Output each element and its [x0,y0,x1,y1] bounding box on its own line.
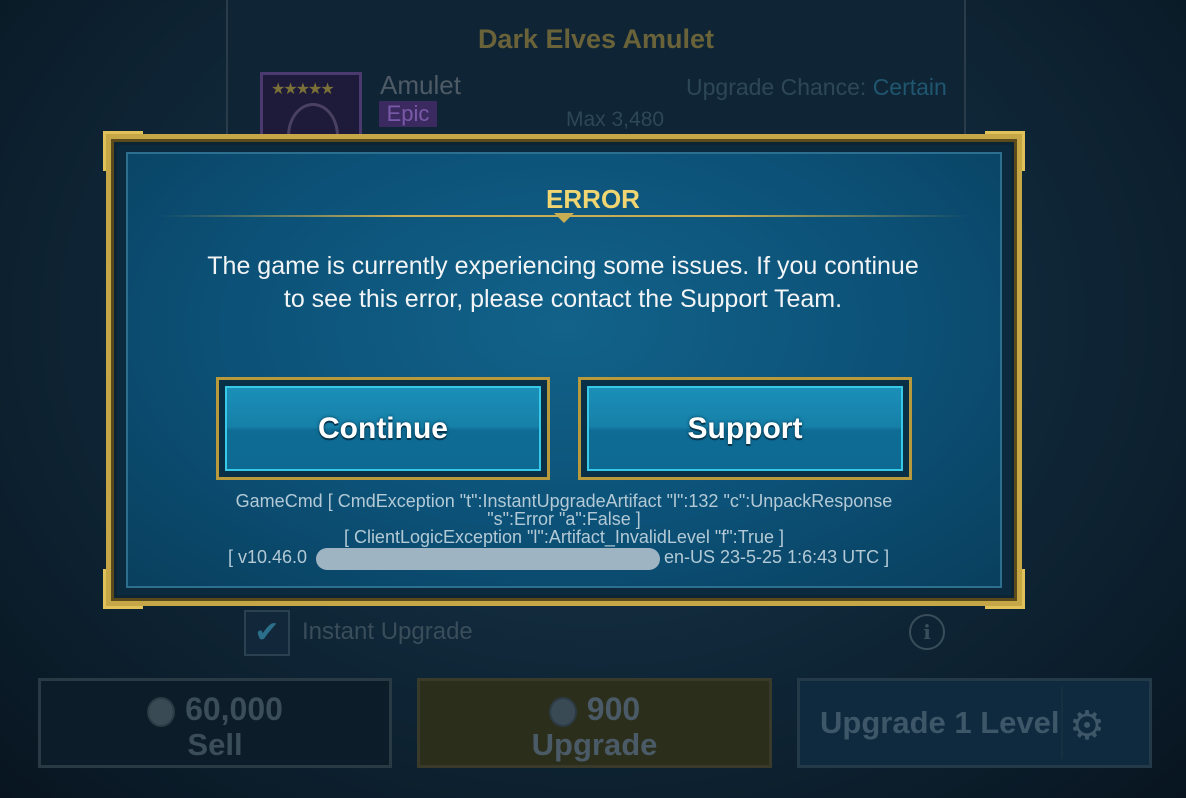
error-debug-info: GameCmd [ CmdException "t":InstantUpgrad… [200,492,928,546]
error-message: The game is currently experiencing some … [207,252,919,313]
sell-amount: 60,000 [41,691,389,728]
upgrade-chance-label: Upgrade Chance: [686,74,867,100]
support-button[interactable]: Support [578,377,912,480]
panel-title: Dark Elves Amulet [477,24,715,54]
version-info: [ v10.46.0 [228,547,308,567]
artifact-type: Amulet [380,70,461,100]
continue-button[interactable]: Continue [216,377,550,480]
gear-icon[interactable]: ⚙ [1069,703,1105,749]
silver-coin-icon [548,696,577,727]
max-level-label: Max 3,480 [566,108,665,131]
support-label: Support [687,412,803,445]
divider [1061,687,1063,759]
sell-label: Sell [187,727,243,762]
debug-line: [ ClientLogicException "l":Artifact_Inva… [343,527,785,547]
upgrade-cost: 900 [420,691,769,728]
continue-label: Continue [318,412,448,445]
locale-timestamp: en-US 23-5-25 1:6:43 UTC ] [664,547,890,567]
upgrade-chance-value: Certain [872,74,947,100]
upgrade-chance: Upgrade Chance: Certain [686,74,947,101]
debug-line: "s":Error "a":False ] [487,509,641,529]
title-divider-arrow [554,213,574,223]
rarity-badge: Epic [379,101,437,127]
upgrade-label: Upgrade [531,727,658,762]
silver-coin-icon [147,696,176,727]
upgrade-level-button[interactable]: Upgrade 1 Level ⚙ [797,678,1152,768]
instant-upgrade-label: Instant Upgrade [302,618,473,645]
debug-line: GameCmd [ CmdException "t":InstantUpgrad… [235,491,893,511]
instant-upgrade-checkbox[interactable]: ✔ [244,610,290,656]
star-rating-icon: ★★★★★ [271,81,335,98]
info-icon[interactable]: i [909,614,945,650]
sell-button[interactable]: 60,000 Sell [38,678,392,768]
redaction-bar [316,548,660,570]
upgrade-level-label: Upgrade 1 Level [820,705,1060,740]
dialog-title: ERROR [546,184,640,214]
upgrade-button[interactable]: 900 Upgrade [417,678,772,768]
